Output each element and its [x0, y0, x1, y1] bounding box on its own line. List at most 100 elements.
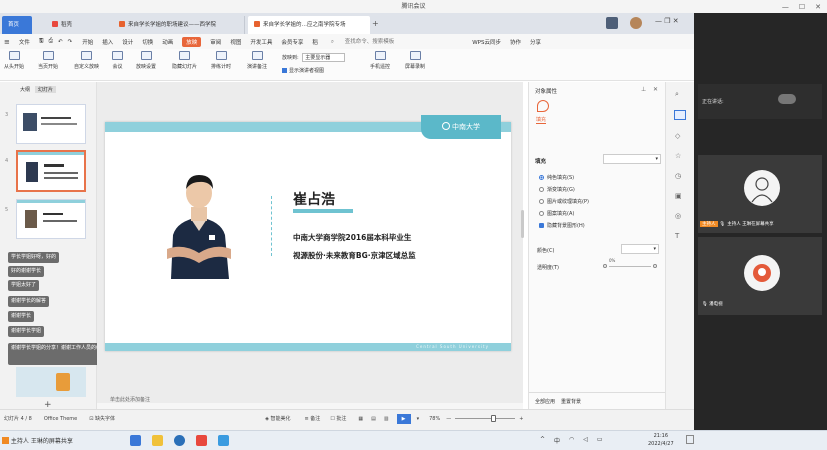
undo-icon[interactable]: ↶	[58, 39, 63, 45]
notes-toggle[interactable]: ≡ 备注	[305, 415, 321, 422]
comments-toggle[interactable]: ☐ 批注	[330, 415, 346, 422]
normal-view-icon[interactable]: ▦	[358, 416, 363, 422]
new-tab-button[interactable]: +	[372, 19, 379, 28]
text-icon[interactable]: T	[675, 232, 679, 240]
menu-member[interactable]: 会员专享	[281, 38, 303, 46]
chevron-down-icon[interactable]: ▾	[417, 416, 420, 422]
from-start-button[interactable]: 从头开始	[4, 51, 24, 70]
show-settings-button[interactable]: 放映设置	[136, 51, 156, 70]
fill-option-picture[interactable]: 图片或纹理填充(P)	[539, 198, 589, 205]
maximize-icon[interactable]: ☐	[799, 3, 805, 11]
cloud-sync-button[interactable]: WPS云同步	[472, 38, 501, 46]
task-pane-icon[interactable]: ⌕	[675, 90, 679, 99]
reset-background-button[interactable]: 重置背景	[561, 398, 581, 405]
zoom-slider[interactable]	[455, 415, 516, 422]
animation-icon[interactable]: ☆	[675, 152, 681, 160]
windows-start-icon[interactable]	[130, 435, 141, 446]
tab-document-2[interactable]: 来自学长学姐的…应之南学院专场	[248, 16, 370, 34]
file-explorer-icon[interactable]	[152, 435, 163, 446]
menu-view[interactable]: 视图	[230, 38, 241, 46]
shape-icon[interactable]: ◇	[675, 132, 680, 140]
slider-minus-icon[interactable]	[603, 264, 607, 268]
fill-type-select[interactable]: ▾	[603, 154, 661, 164]
menu-more[interactable]: 稻	[312, 38, 318, 46]
play-slideshow-button[interactable]: ▶	[396, 413, 411, 424]
globe-icon[interactable]: ◎	[675, 212, 681, 220]
fill-option-gradient[interactable]: 渐变填充(G)	[539, 186, 575, 193]
app-grid-icon[interactable]	[606, 17, 618, 29]
browser-icon[interactable]	[174, 435, 185, 446]
current-slide[interactable]: 中南大学 崔占浩 中南大学商学院2016届本科毕业生 视源股份·未来教育BG·京…	[105, 115, 511, 351]
reading-view-icon[interactable]: ▥	[384, 416, 389, 422]
tab-docer[interactable]: 稻壳	[46, 16, 108, 34]
slider-plus-icon[interactable]	[653, 264, 657, 268]
menu-file[interactable]: 文件	[19, 38, 30, 46]
rehearse-button[interactable]: 排练计时	[211, 51, 231, 70]
host-video-tile[interactable]: 主持人 🎙 主持人 王琳在屏幕共享	[698, 155, 822, 233]
hide-background-checkbox[interactable]: 隐藏背景图形(H)	[539, 222, 585, 229]
meeting-taskbar-icon[interactable]	[218, 435, 229, 446]
ime-indicator[interactable]: 中	[554, 436, 560, 445]
image-icon[interactable]: ▣	[675, 192, 682, 200]
clock[interactable]: 21:16 2022/4/27	[648, 432, 674, 448]
close-icon[interactable]: ✕	[673, 17, 679, 25]
menu-animation[interactable]: 动画	[162, 38, 173, 46]
apply-all-button[interactable]: 全部应用	[535, 398, 555, 405]
smart-beautify-button[interactable]: ◈ 智能美化	[265, 415, 290, 422]
zoom-in-icon[interactable]: +	[519, 416, 523, 422]
menu-design[interactable]: 设计	[122, 38, 133, 46]
chevron-up-icon[interactable]: ^	[540, 436, 545, 445]
fill-tab[interactable]: 填充	[536, 116, 547, 124]
menu-transition[interactable]: 切换	[142, 38, 153, 46]
monitor-select[interactable]: 主要显示器	[302, 53, 346, 62]
missing-font-button[interactable]: ⊡ 缺失字体	[89, 415, 115, 422]
redo-icon[interactable]: ↷	[68, 39, 73, 45]
menu-insert[interactable]: 插入	[102, 38, 113, 46]
zoom-out-icon[interactable]: —	[446, 416, 451, 422]
collaborate-button[interactable]: 协作	[510, 38, 521, 46]
wifi-icon[interactable]: ◠	[569, 436, 574, 445]
close-panel-icon[interactable]: ✕	[653, 86, 658, 93]
clock-icon[interactable]: ◷	[675, 172, 681, 180]
share-button[interactable]: 分享	[530, 38, 541, 46]
menu-icon[interactable]: ≡	[4, 38, 10, 46]
tab-document-1[interactable]: 来自学长学姐的职场建议——西学院	[113, 16, 245, 34]
volume-icon[interactable]: ◁	[583, 436, 588, 445]
notification-icon[interactable]	[686, 435, 694, 444]
menu-start[interactable]: 开始	[82, 38, 93, 46]
minimize-icon[interactable]: —	[655, 17, 662, 25]
meeting-button[interactable]: 会议	[112, 51, 123, 70]
hide-slide-button[interactable]: 隐藏幻灯片	[172, 51, 197, 70]
tab-slides[interactable]: 幻灯片	[35, 86, 57, 93]
from-current-button[interactable]: 当页开始	[38, 51, 58, 70]
phone-remote-button[interactable]: 手机遥控	[370, 51, 390, 70]
pin-icon[interactable]: ⊥	[641, 86, 646, 93]
custom-show-button[interactable]: 自定义放映	[74, 51, 99, 70]
user-avatar[interactable]	[630, 17, 642, 29]
participant-video-tile[interactable]: 🎙 潘电视	[698, 237, 822, 315]
minimize-icon[interactable]: —	[782, 3, 789, 11]
wps-taskbar-icon[interactable]	[196, 435, 207, 446]
print-icon[interactable]: ⎙	[49, 38, 53, 45]
slide-thumbnail-3[interactable]	[16, 104, 86, 144]
properties-icon[interactable]	[674, 110, 686, 120]
tab-outline[interactable]: 大纲	[20, 86, 30, 93]
sorter-view-icon[interactable]: ▤	[371, 416, 376, 422]
color-picker[interactable]: ▾	[621, 244, 659, 254]
slide-thumbnail-5[interactable]	[16, 199, 86, 239]
zoom-slider-handle[interactable]	[491, 415, 497, 422]
battery-icon[interactable]: ▭	[597, 436, 603, 445]
menu-review[interactable]: 审阅	[210, 38, 221, 46]
screen-record-button[interactable]: 屏幕录制	[405, 51, 425, 70]
tab-home[interactable]: 首页	[2, 16, 32, 34]
slide-thumbnail-4[interactable]	[16, 150, 86, 192]
menu-slideshow[interactable]: 放映	[182, 36, 202, 47]
save-icon[interactable]: 🖫	[39, 37, 44, 46]
canvas-scrollbar[interactable]	[521, 210, 524, 238]
search-box[interactable]: ⌕ 查找命令、搜索模板	[331, 37, 403, 46]
fill-option-solid[interactable]: 纯色填充(S)	[539, 174, 574, 181]
restore-icon[interactable]: ❐	[664, 17, 670, 25]
menu-developer[interactable]: 开发工具	[250, 38, 272, 46]
fill-option-pattern[interactable]: 图案填充(A)	[539, 210, 574, 217]
transparency-slider[interactable]	[609, 266, 651, 267]
